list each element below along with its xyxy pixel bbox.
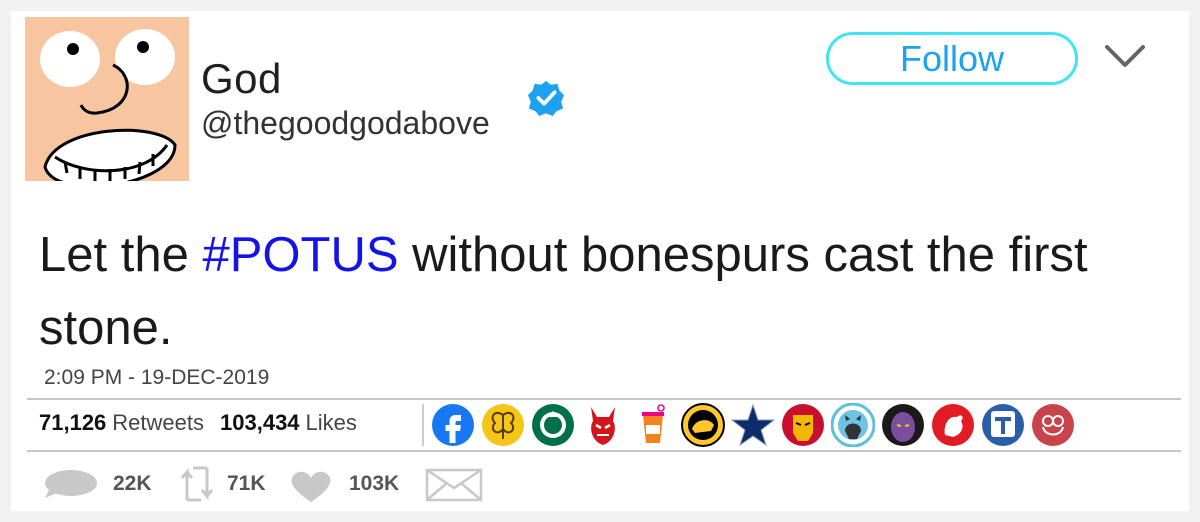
retweets-label[interactable]: Retweets	[112, 410, 204, 436]
github-octocat-logo-icon[interactable]	[831, 403, 875, 447]
dunkin-cup-logo-icon[interactable]	[631, 403, 675, 447]
likes-count[interactable]: 103,434	[220, 410, 300, 436]
starbucks-logo-icon[interactable]	[531, 403, 575, 447]
heart-icon[interactable]	[289, 468, 333, 504]
t-mobile-logo-icon[interactable]	[981, 403, 1025, 447]
honey-bee-logo-icon[interactable]	[481, 403, 525, 447]
iron-man-logo-icon[interactable]	[781, 403, 825, 447]
retweets-count[interactable]: 71,126	[39, 410, 106, 436]
tweet-timestamp[interactable]: 2:09 PM - 19-DEC-2019	[44, 366, 269, 390]
divider	[27, 398, 1181, 400]
buffalo-wild-wings-logo-icon[interactable]	[681, 403, 725, 447]
dallas-star-logo-icon[interactable]	[731, 403, 775, 447]
tweet-text-before: Let the	[39, 228, 203, 282]
stats-separator	[422, 404, 424, 446]
user-handle[interactable]: @thegoodgodabove	[201, 105, 490, 142]
likes-label[interactable]: Likes	[306, 410, 357, 436]
display-name[interactable]: God	[201, 55, 282, 103]
mail-icon[interactable]	[425, 468, 483, 502]
hashtag-link[interactable]: #POTUS	[202, 228, 398, 282]
retweet-icon[interactable]	[179, 462, 215, 506]
verified-badge-icon	[527, 80, 565, 117]
retweet-count: 71K	[227, 472, 266, 495]
reply-count: 22K	[113, 472, 152, 495]
tweet-text: Let the #POTUS without bonespurs cast th…	[39, 219, 1139, 365]
like-count: 103K	[349, 472, 400, 495]
profile-avatar[interactable]	[25, 17, 189, 181]
tweet-card: God @thegoodgodabove Follow Let the #POT…	[11, 11, 1189, 511]
red-devil-logo-icon[interactable]	[581, 403, 625, 447]
cartoon-face-icon	[25, 17, 189, 181]
facebook-logo-icon[interactable]	[431, 403, 475, 447]
follow-button[interactable]: Follow	[826, 32, 1078, 85]
engagement-stats: 71,126 Retweets 103,434 Likes	[39, 410, 367, 436]
divider	[27, 450, 1181, 452]
thanos-logo-icon[interactable]	[881, 403, 925, 447]
rooster-logo-icon[interactable]	[931, 403, 975, 447]
owl-logo-icon[interactable]	[1031, 403, 1075, 447]
chevron-down-icon[interactable]	[1103, 41, 1147, 71]
reply-icon[interactable]	[43, 468, 99, 500]
